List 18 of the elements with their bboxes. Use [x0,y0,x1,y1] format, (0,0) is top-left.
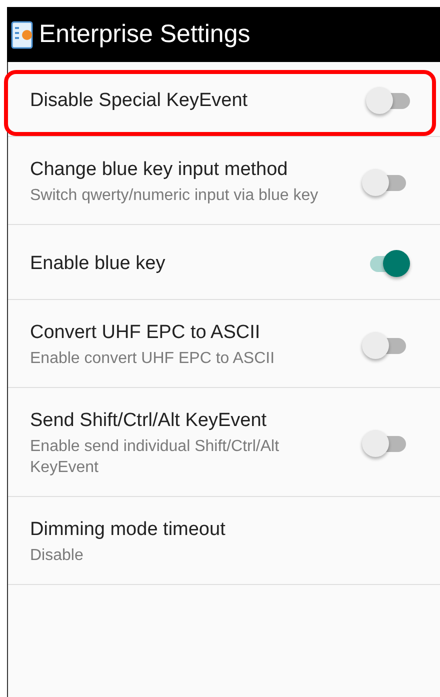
app-title: Enterprise Settings [39,20,250,49]
setting-title: Enable blue key [30,253,166,275]
setting-title: Send Shift/Ctrl/Alt KeyEvent [30,410,268,432]
setting-title: Convert UHF EPC to ASCII [30,322,262,344]
setting-title: Dimming mode timeout [30,519,226,541]
setting-summary: Enable convert UHF EPC to ASCII [30,349,276,369]
setting-item[interactable]: Dimming mode timeout Disable [4,505,436,584]
setting-item[interactable]: Change blue key input method Switch qwerty/numeric input via blue key [4,145,436,224]
setting-summary: Enable send individual Shift/Ctrl/Alt KeyEvent [30,437,280,478]
setting-item[interactable]: Enable blue key [4,233,436,299]
setting-title: Disable Special KeyEvent [30,90,249,112]
setting-summary: Disable [30,546,84,566]
setting-item[interactable]: Convert UHF EPC to ASCII Enable convert UHF EPC to ASCII [4,308,436,387]
setting-item[interactable]: Disable Special KeyEvent [4,70,436,136]
app-icon [11,20,35,48]
setting-summary: Switch qwerty/numeric input via blue key [30,186,320,206]
setting-item[interactable]: Send Shift/Ctrl/Alt KeyEvent Enable send individual Shift/Ctrl/Alt KeyEvent [4,396,436,496]
setting-title: Change blue key input method [30,159,289,181]
